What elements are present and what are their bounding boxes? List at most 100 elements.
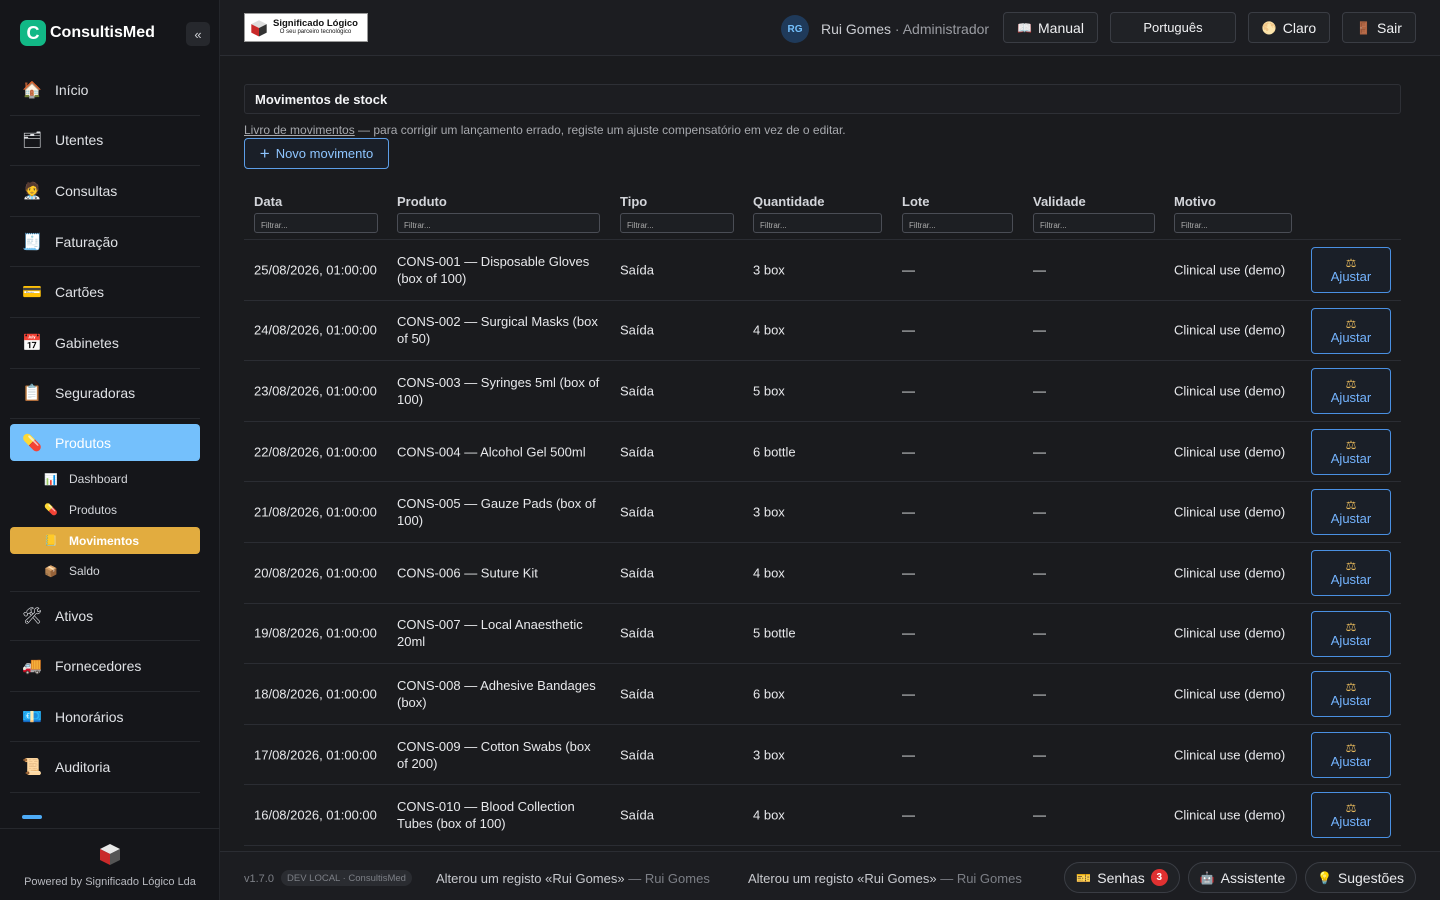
filter-input-data[interactable]: Filtrar...: [254, 213, 378, 233]
collapse-sidebar-button[interactable]: «: [186, 22, 210, 46]
adjust-button[interactable]: ⚖ Ajustar: [1311, 549, 1391, 596]
scale-icon: ⚖: [1345, 316, 1357, 331]
column-header-tipo[interactable]: Tipo: [620, 194, 647, 209]
adjust-label: Ajustar: [1330, 814, 1372, 830]
sidebar-item-cartoes[interactable]: 💳 Cartões: [10, 267, 200, 318]
sidebar-item-fornecedores[interactable]: 🚚 Fornecedores: [10, 641, 200, 692]
sidebar-footer: Powered by Significado Lógico Lda: [0, 828, 220, 900]
topbar: Significado Lógico O seu parceiro tecnol…: [220, 0, 1440, 56]
sidebar-item-consultas[interactable]: 🧑‍⚕ Consultas: [10, 166, 200, 217]
pill-icon: 💊: [44, 504, 58, 517]
robot-icon: 🤖: [1199, 870, 1215, 885]
language-select[interactable]: Português: [1110, 12, 1236, 43]
sidebar-item-label: Fornecedores: [55, 658, 142, 675]
submenu-item-movimentos[interactable]: 📒 Movimentos: [10, 527, 200, 555]
column-header-motivo[interactable]: Motivo: [1174, 194, 1216, 209]
sidebar-item-utentes[interactable]: 🗂 Utentes: [10, 116, 200, 167]
column-header-quantidade[interactable]: Quantidade: [753, 194, 825, 209]
calendar-icon: 📅: [22, 334, 42, 352]
adjust-button[interactable]: ⚖ Ajustar: [1311, 307, 1391, 354]
column-header-validade[interactable]: Validade: [1033, 194, 1086, 209]
cell-motivo: Clinical use (demo): [1174, 747, 1286, 763]
scale-icon: ⚖: [1345, 498, 1357, 513]
submenu-item-saldo[interactable]: 📦 Saldo: [30, 556, 200, 587]
adjust-button[interactable]: ⚖ Ajustar: [1311, 428, 1391, 475]
sidebar-item-auditoria[interactable]: 📜 Auditoria: [10, 742, 200, 794]
submenu-item-produtos[interactable]: 💊 Produtos: [30, 495, 200, 526]
activity-item[interactable]: Alterou um registo «Rui Gomes» — Rui Gom…: [748, 871, 1022, 886]
suggestions-button[interactable]: 💡 Sugestões: [1305, 862, 1416, 893]
filter-input-produto[interactable]: Filtrar...: [397, 213, 600, 233]
user-role: · Administrador: [894, 21, 990, 37]
senhas-button[interactable]: 🎫 Senhas 3: [1064, 862, 1180, 893]
sidebar-item-ativos[interactable]: 🛠 Ativos: [10, 590, 200, 642]
activity-item[interactable]: Alterou um registo «Rui Gomes» — Rui Gom…: [436, 871, 710, 886]
cell-lote: —: [902, 383, 915, 399]
avatar[interactable]: RG: [781, 15, 809, 43]
adjust-button[interactable]: ⚖ Ajustar: [1311, 247, 1391, 293]
cell-motivo: Clinical use (demo): [1174, 322, 1286, 338]
adjust-button[interactable]: ⚖ Ajustar: [1311, 610, 1391, 657]
cell-tipo: Saída: [620, 322, 654, 338]
client-logo[interactable]: Significado Lógico O seu parceiro tecnol…: [244, 13, 368, 42]
table-row: 18/08/2026, 01:00:00 CONS-008 — Adhesive …: [244, 664, 1401, 725]
theme-toggle-button[interactable]: 🌕 Claro: [1248, 12, 1330, 43]
cell-validade: —: [1033, 262, 1046, 278]
filter-input-validade[interactable]: Filtrar...: [1033, 213, 1155, 233]
adjust-button[interactable]: ⚖ Ajustar: [1311, 792, 1391, 839]
sidebar-item-gabinetes[interactable]: 📅 Gabinetes: [10, 318, 200, 369]
submenu-item-label: Dashboard: [69, 472, 128, 487]
cell-lote: —: [902, 262, 915, 278]
column-header-lote[interactable]: Lote: [902, 194, 929, 209]
filter-input-quantidade[interactable]: Filtrar...: [753, 213, 882, 233]
adjust-label: Ajustar: [1330, 450, 1372, 466]
cell-validade: —: [1033, 565, 1046, 581]
cell-quantidade: 3 box: [753, 262, 785, 278]
assistant-button[interactable]: 🤖 Assistente: [1188, 862, 1297, 893]
adjust-button[interactable]: ⚖ Ajustar: [1311, 368, 1391, 415]
brand[interactable]: C ConsultisMed: [20, 20, 155, 46]
brand-logo-icon: C: [20, 20, 46, 46]
cell-tipo: Saída: [620, 504, 654, 520]
language-label: Português: [1143, 20, 1203, 35]
cell-quantidade: 6 bottle: [753, 444, 796, 460]
sidebar-item-label: Gabinetes: [55, 334, 119, 351]
sidebar-item-seguradoras[interactable]: 📋 Seguradoras: [10, 369, 200, 420]
activity-text: Alterou um registo «Rui Gomes»: [436, 871, 625, 886]
cell-lote: —: [902, 565, 915, 581]
hint-link[interactable]: Livro de movimentos: [244, 123, 355, 137]
ledger-icon: 📒: [44, 535, 58, 548]
sidebar-item-label: Honorários: [55, 708, 124, 725]
sidebar-item-label: Seguradoras: [55, 385, 136, 402]
sidebar-item-produtos[interactable]: 💊 Produtos: [10, 424, 200, 462]
user-name: Rui Gomes: [821, 21, 892, 37]
sidebar-item-inicio[interactable]: 🏠 Início: [10, 65, 200, 116]
adjust-button[interactable]: ⚖ Ajustar: [1311, 671, 1391, 718]
cell-data: 17/08/2026, 01:00:00: [254, 747, 377, 763]
filter-input-lote[interactable]: Filtrar...: [902, 213, 1013, 233]
scroll-icon: 📜: [22, 759, 42, 777]
logout-button[interactable]: 🚪 Sair: [1342, 12, 1416, 43]
lightbulb-icon: 💡: [1316, 870, 1332, 885]
door-icon: 🚪: [1356, 20, 1372, 35]
submenu-item-label: Movimentos: [69, 533, 140, 548]
new-movement-button[interactable]: + Novo movimento: [244, 138, 389, 169]
column-header-data[interactable]: Data: [254, 194, 282, 209]
scale-icon: ⚖: [1345, 619, 1357, 634]
manual-button[interactable]: 📖 Manual: [1003, 12, 1098, 43]
sidebar-item-faturacao[interactable]: 🧾 Faturação: [10, 217, 200, 268]
filter-input-motivo[interactable]: Filtrar...: [1174, 213, 1292, 233]
cell-motivo: Clinical use (demo): [1174, 383, 1286, 399]
adjust-button[interactable]: ⚖ Ajustar: [1311, 489, 1391, 536]
submenu-item-dashboard[interactable]: 📊 Dashboard: [30, 464, 200, 495]
sidebar-item-honorarios[interactable]: 💶 Honorários: [10, 692, 200, 743]
cell-validade: —: [1033, 807, 1046, 823]
cell-produto: CONS-006 — Suture Kit: [397, 565, 538, 581]
adjust-button[interactable]: ⚖ Ajustar: [1311, 731, 1391, 778]
client-logo-title: Significado Lógico: [273, 18, 358, 30]
sidebar-item-label: Utentes: [55, 132, 104, 149]
column-header-produto[interactable]: Produto: [397, 194, 447, 209]
filter-input-tipo[interactable]: Filtrar...: [620, 213, 734, 233]
cell-motivo: Clinical use (demo): [1174, 686, 1286, 702]
table-row: 24/08/2026, 01:00:00 CONS-002 — Surgical …: [244, 301, 1401, 362]
